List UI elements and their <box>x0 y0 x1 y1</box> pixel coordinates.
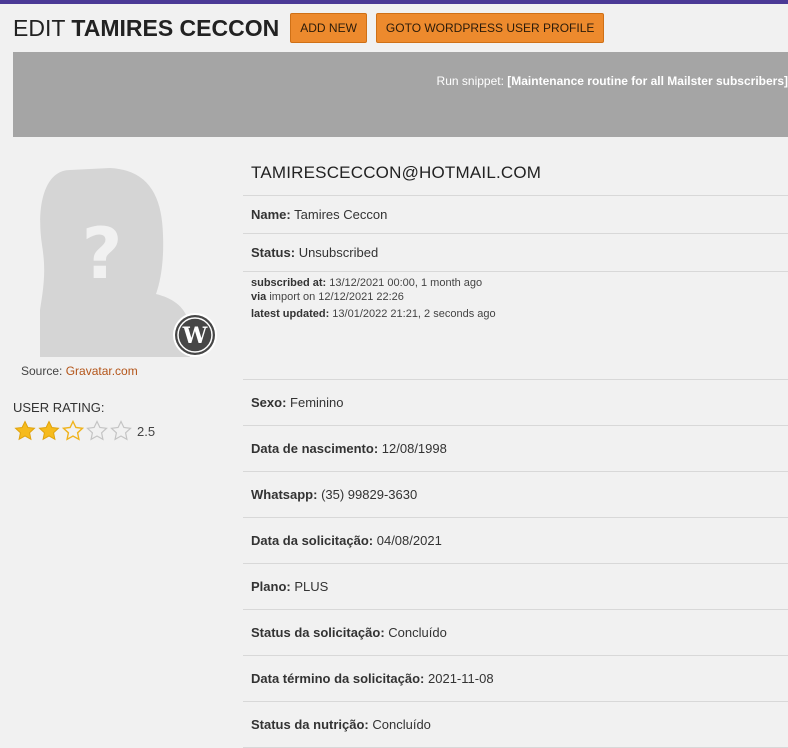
field-value: 04/08/2021 <box>376 533 442 548</box>
star-filled-icon[interactable] <box>13 419 37 443</box>
field-value: Concluído <box>372 717 431 732</box>
page-title-prefix: EDIT <box>13 14 65 41</box>
latest-updated-value: 13/01/2022 21:21, 2 seconds ago <box>332 308 496 320</box>
via-value: import on 12/12/2021 22:26 <box>269 291 404 303</box>
via-label: via <box>251 291 267 303</box>
import-via: via import on 12/12/2021 22:26 <box>251 290 788 304</box>
field-row-plano: Plano: PLUS <box>243 564 788 610</box>
subscription-meta: subscribed at: 13/12/2021 00:00, 1 month… <box>243 272 788 380</box>
subscribed-at-label: subscribed at: <box>251 277 327 289</box>
gravatar-link[interactable]: Gravatar.com <box>66 364 138 378</box>
avatar-source: Source: Gravatar.com <box>21 364 138 378</box>
field-row-nascimento: Data de nascimento: 12/08/1998 <box>243 426 788 472</box>
field-label: Status da solicitação: <box>251 625 385 640</box>
user-rating-label: USER RATING: <box>13 400 105 415</box>
field-row-data-solicitacao: Data da solicitação: 04/08/2021 <box>243 518 788 564</box>
field-value: 12/08/1998 <box>381 441 447 456</box>
add-new-button[interactable]: ADD NEW <box>290 13 367 43</box>
field-label: Data da solicitação: <box>251 533 374 548</box>
snippet-bar: Run snippet: [Maintenance routine for al… <box>13 52 788 137</box>
subscriber-email: TAMIRESCECCON@HOTMAIL.COM <box>243 150 788 196</box>
name-value: Tamires Ceccon <box>294 207 388 222</box>
field-label: Data de nascimento: <box>251 441 379 456</box>
star-outline-gold-icon[interactable] <box>61 419 85 443</box>
star-empty-icon[interactable] <box>85 419 109 443</box>
name-label: Name: <box>251 207 291 222</box>
page-title: EDIT TAMIRES CECCON <box>13 15 279 42</box>
subscriber-details: TAMIRESCECCON@HOTMAIL.COM Name: Tamires … <box>243 150 788 748</box>
rating-value: 2.5 <box>137 423 156 439</box>
field-row-sexo: Sexo: Feminino <box>243 380 788 426</box>
svg-text:W: W <box>182 323 208 349</box>
field-label: Whatsapp: <box>251 487 318 502</box>
subscribed-at-value: 13/12/2021 00:00, 1 month ago <box>329 277 483 289</box>
field-value: PLUS <box>294 579 329 594</box>
latest-updated-label: latest updated: <box>251 308 330 320</box>
field-row-data-termino: Data término da solicitação: 2021-11-08 <box>243 656 788 702</box>
field-row-whatsapp: Whatsapp: (35) 99829-3630 <box>243 472 788 518</box>
subscribed-at: subscribed at: 13/12/2021 00:00, 1 month… <box>251 276 788 290</box>
status-row: Status: Unsubscribed <box>243 234 788 272</box>
field-value: Concluído <box>388 625 447 640</box>
avatar: ? W <box>30 160 220 360</box>
snippet-prefix: Run snippet: <box>436 74 508 88</box>
field-label: Status da nutrição: <box>251 717 369 732</box>
latest-updated: latest updated: 13/01/2022 21:21, 2 seco… <box>251 307 788 321</box>
status-label: Status: <box>251 245 296 260</box>
star-empty-icon[interactable] <box>109 419 133 443</box>
field-value: (35) 99829-3630 <box>321 487 418 502</box>
svg-text:?: ? <box>82 213 123 295</box>
field-row-status-nutricao: Status da nutrição: Concluído <box>243 702 788 748</box>
status-value: Unsubscribed <box>298 245 379 260</box>
snippet-link[interactable]: [Maintenance routine for all Mailster su… <box>507 74 788 88</box>
field-label: Sexo: <box>251 395 287 410</box>
name-row: Name: Tamires Ceccon <box>243 196 788 234</box>
wordpress-logo-icon: W <box>173 313 217 357</box>
page-title-name: TAMIRES CECCON <box>71 14 280 41</box>
field-value: Feminino <box>290 395 344 410</box>
page-header: EDIT TAMIRES CECCON ADD NEW GOTO WORDPRE… <box>13 13 613 43</box>
goto-wordpress-profile-button[interactable]: GOTO WORDPRESS USER PROFILE <box>375 13 605 43</box>
user-rating-stars[interactable]: 2.5 <box>13 419 155 443</box>
field-row-status-solicitacao: Status da solicitação: Concluído <box>243 610 788 656</box>
snippet-text: Run snippet: [Maintenance routine for al… <box>437 74 788 88</box>
field-label: Data término da solicitação: <box>251 671 425 686</box>
field-value: 2021-11-08 <box>428 671 494 686</box>
source-label: Source: <box>21 364 66 378</box>
field-label: Plano: <box>251 579 291 594</box>
admin-top-bar <box>0 0 788 4</box>
star-filled-icon[interactable] <box>37 419 61 443</box>
